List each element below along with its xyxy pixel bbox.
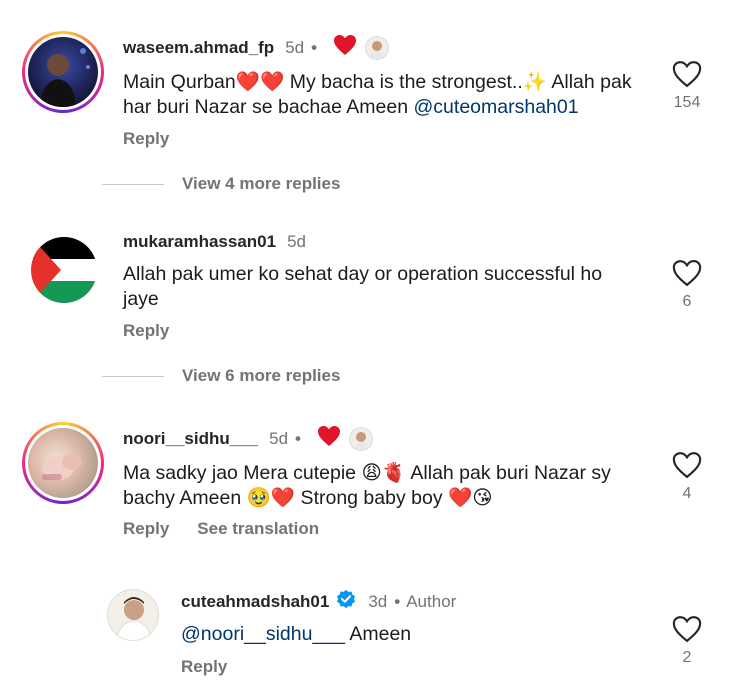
verified-badge-icon <box>335 588 357 615</box>
avatar[interactable] <box>28 428 98 498</box>
timestamp: 5d <box>269 428 289 448</box>
comment-text: Allah pak umer ko sehat day or operation… <box>123 263 603 310</box>
username[interactable]: noori__sidhu___ <box>123 429 258 449</box>
timestamp: 3d <box>368 591 388 611</box>
heart-outline-icon <box>672 260 702 287</box>
mention-link[interactable]: @cuteomarshah01 <box>414 96 579 118</box>
author-avatar <box>348 426 373 451</box>
separator-dot: • <box>295 428 301 448</box>
divider <box>102 375 164 377</box>
heart-filled-icon <box>333 34 357 61</box>
comment-text: Ma sadky jao Mera cutepie 😩🫀 Allah pak b… <box>123 462 611 509</box>
timestamp: 5d <box>285 37 305 57</box>
like-button[interactable]: 154 <box>657 60 717 112</box>
story-ring[interactable] <box>22 31 104 113</box>
view-more-replies[interactable]: View 4 more replies <box>102 174 340 194</box>
avatar[interactable] <box>107 589 159 641</box>
heart-outline-icon <box>672 61 702 88</box>
reply-button[interactable]: Reply <box>123 519 169 538</box>
heart-outline-icon <box>672 452 702 479</box>
username[interactable]: cuteahmadshah01 <box>181 592 329 612</box>
like-count: 2 <box>682 649 692 666</box>
like-count: 4 <box>682 485 692 502</box>
author-label: Author <box>406 591 457 611</box>
avatar[interactable] <box>28 37 98 107</box>
reply-button[interactable]: Reply <box>181 657 227 676</box>
heart-filled-icon <box>317 425 341 452</box>
like-button[interactable]: 4 <box>657 451 717 503</box>
view-more-label: View 6 more replies <box>182 366 341 385</box>
view-more-label: View 4 more replies <box>182 174 341 193</box>
timestamp: 5d <box>287 232 307 251</box>
reply-button[interactable]: Reply <box>123 321 169 340</box>
like-button[interactable]: 6 <box>657 259 717 311</box>
avatar[interactable] <box>31 237 97 303</box>
reply-button[interactable]: Reply <box>123 129 169 148</box>
like-count: 6 <box>682 293 692 310</box>
like-count: 154 <box>673 94 701 111</box>
mention-link[interactable]: @noori__sidhu___ <box>181 623 345 645</box>
like-button[interactable]: 2 <box>657 615 717 667</box>
username[interactable]: mukaramhassan01 <box>123 232 276 252</box>
username[interactable]: waseem.ahmad_fp <box>123 38 274 58</box>
story-ring[interactable] <box>22 422 104 504</box>
see-translation-button[interactable]: See translation <box>197 519 319 538</box>
heart-outline-icon <box>672 616 702 643</box>
comment-text: @noori__sidhu___ Ameen <box>181 623 412 645</box>
author-avatar <box>365 35 390 60</box>
view-more-replies[interactable]: View 6 more replies <box>102 366 340 386</box>
separator-dot: • <box>394 591 401 611</box>
separator-dot: • <box>311 37 318 57</box>
divider <box>102 183 164 185</box>
comment-text: Main Qurban❤️❤️ My bacha is the stronges… <box>123 71 632 118</box>
